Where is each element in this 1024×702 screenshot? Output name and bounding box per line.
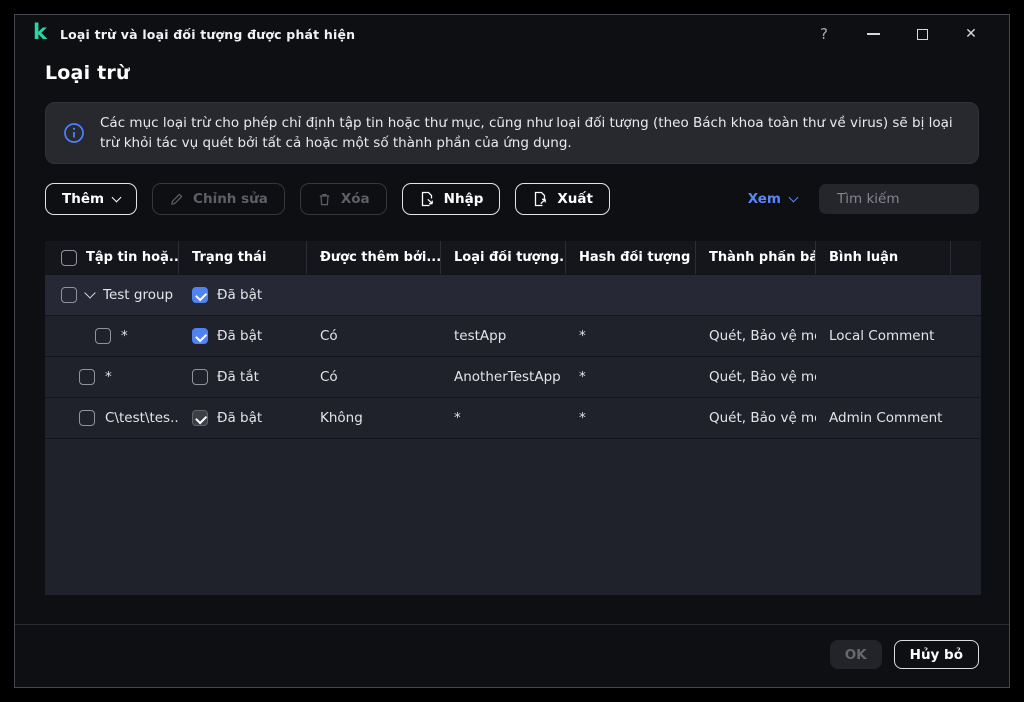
maximize-button[interactable] (914, 26, 930, 42)
row-select-checkbox[interactable] (95, 328, 111, 344)
edit-button[interactable]: Chỉnh sửa (152, 183, 285, 215)
export-icon (532, 191, 548, 207)
import-icon (419, 191, 435, 207)
component-cell: Quét, Bảo vệ mố... (696, 398, 816, 438)
cancel-button[interactable]: Hủy bỏ (894, 640, 979, 669)
toolbar: Thêm Chỉnh sửa Xóa (45, 183, 979, 215)
banner-text: Các mục loại trừ cho phép chỉ định tập t… (100, 113, 958, 153)
minimize-icon (867, 33, 880, 35)
column-header-comment[interactable]: Bình luận (816, 241, 951, 274)
window-title: Loại trừ và loại đối tượng được phát hiệ… (60, 27, 355, 42)
add-button[interactable]: Thêm (45, 183, 137, 215)
object-type-cell: testApp (441, 316, 566, 356)
hash-cell: * (566, 357, 696, 397)
column-header-status[interactable]: Trạng thái (179, 241, 307, 274)
ok-button[interactable]: OK (830, 640, 882, 669)
table-row[interactable]: * Đã bật Có testApp * Quét, Bảo vệ mố...… (45, 315, 981, 356)
group-expand-chevron-icon[interactable] (84, 287, 95, 298)
export-button[interactable]: Xuất (515, 183, 610, 215)
delete-button[interactable]: Xóa (300, 183, 387, 215)
column-header-hash[interactable]: Hash đối tượng (566, 241, 696, 274)
component-cell: Quét, Bảo vệ mố... (696, 357, 816, 397)
comment-cell: Local Comment (816, 316, 951, 356)
status-checkbox[interactable] (192, 410, 208, 426)
comment-cell (816, 357, 951, 397)
status-cell: Đã bật (179, 275, 307, 315)
file-cell: Test group (45, 275, 179, 315)
import-button[interactable]: Nhập (402, 183, 501, 215)
status-checkbox[interactable] (192, 287, 208, 303)
view-dropdown[interactable]: Xem (748, 191, 797, 207)
exclusions-window: k Loại trừ và loại đối tượng được phát h… (14, 14, 1010, 688)
info-banner: Các mục loại trừ cho phép chỉ định tập t… (45, 102, 979, 164)
comment-cell: Admin Comment (816, 398, 951, 438)
footer: OK Hủy bỏ (15, 624, 1009, 687)
table-header-row: Tập tin hoặ... Trạng thái Được thêm bởi.… (45, 241, 981, 274)
column-header-component[interactable]: Thành phần bả... (696, 241, 816, 274)
row-select-checkbox[interactable] (79, 369, 95, 385)
kaspersky-logo-icon: k (33, 22, 47, 43)
status-cell: Đã tắt (179, 357, 307, 397)
help-button[interactable]: ? (816, 26, 832, 42)
added-by-cell: Không (307, 398, 441, 438)
file-name: * (121, 328, 128, 344)
table-row[interactable]: C\test\tes... Đã bật Không * * Quét, Bảo… (45, 397, 981, 438)
file-name: * (105, 369, 112, 385)
chevron-down-icon (112, 192, 122, 202)
row-select-checkbox[interactable] (61, 287, 77, 303)
window-controls: ? ✕ (816, 26, 991, 42)
file-cell: * (45, 357, 179, 397)
status-label: Đã bật (217, 287, 262, 303)
status-cell: Đã bật (179, 398, 307, 438)
status-label: Đã bật (217, 410, 262, 426)
hash-cell: * (566, 398, 696, 438)
minimize-button[interactable] (865, 26, 881, 42)
trash-icon (317, 192, 332, 207)
pencil-icon (169, 192, 184, 207)
content: Loại trừ Các mục loại trừ cho phép chỉ đ… (15, 53, 1009, 624)
status-checkbox[interactable] (192, 328, 208, 344)
added-by-cell: Có (307, 357, 441, 397)
object-type-cell: AnotherTestApp (441, 357, 566, 397)
titlebar: k Loại trừ và loại đối tượng được phát h… (15, 15, 1009, 53)
toolbar-right: Xem (748, 184, 979, 214)
column-header-object-type[interactable]: Loại đối tượng... (441, 241, 566, 274)
page-title: Loại trừ (45, 62, 979, 84)
close-button[interactable]: ✕ (963, 26, 979, 42)
hash-cell: * (566, 316, 696, 356)
table-empty-area (45, 438, 981, 595)
group-name: Test group (103, 287, 173, 303)
table-row[interactable]: Test group Đã bật (45, 274, 981, 315)
select-all-checkbox[interactable] (61, 250, 77, 266)
screen: k Loại trừ và loại đối tượng được phát h… (0, 0, 1024, 702)
search-box[interactable] (819, 184, 979, 214)
file-name: C\test\tes... (105, 410, 179, 426)
status-label: Đã bật (217, 328, 262, 344)
status-label: Đã tắt (217, 369, 259, 385)
object-type-cell: * (441, 398, 566, 438)
row-select-checkbox[interactable] (79, 410, 95, 426)
info-icon (63, 122, 85, 144)
exclusions-table: Tập tin hoặ... Trạng thái Được thêm bởi.… (45, 241, 981, 595)
column-header-added-by[interactable]: Được thêm bởi... (307, 241, 441, 274)
file-cell: C\test\tes... (45, 398, 179, 438)
status-checkbox[interactable] (192, 369, 208, 385)
file-cell: * (45, 316, 179, 356)
chevron-down-icon (789, 192, 799, 202)
search-input[interactable] (837, 191, 1008, 207)
column-header-spacer (951, 241, 981, 274)
table-row[interactable]: * Đã tắt Có AnotherTestApp * Quét, Bảo v… (45, 356, 981, 397)
added-by-cell: Có (307, 316, 441, 356)
maximize-icon (917, 29, 928, 40)
column-header-file[interactable]: Tập tin hoặ... (45, 241, 179, 274)
component-cell: Quét, Bảo vệ mố... (696, 316, 816, 356)
status-cell: Đã bật (179, 316, 307, 356)
